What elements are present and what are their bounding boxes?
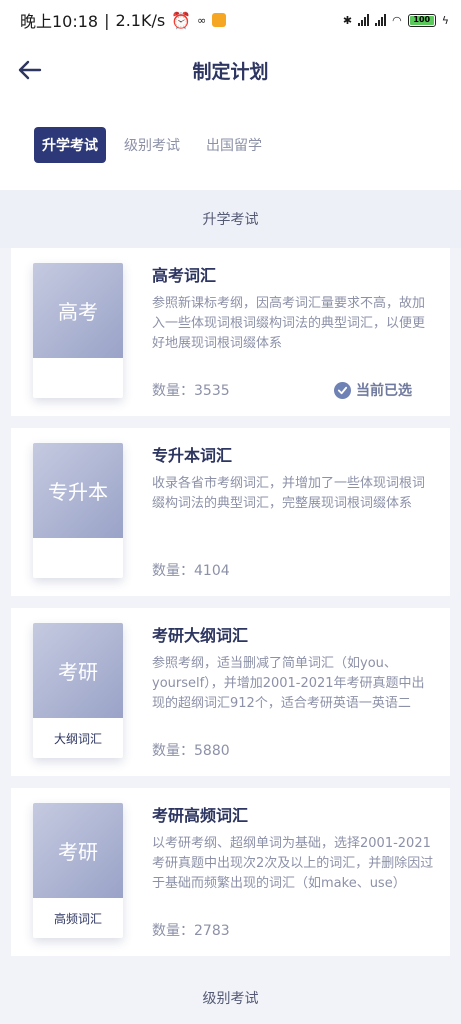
book-info: 考研大纲词汇 参照考纲，适当删减了简单词汇（如you、yourself），并增加… [152, 622, 434, 714]
word-count: 数量：2783 [152, 923, 230, 939]
book-title: 专升本词汇 [152, 446, 233, 465]
book-cover: 考研 大纲词汇 [33, 623, 123, 758]
app-notification-icon [212, 13, 227, 27]
book-info: 高考词汇 参照新课标考纲，因高考词汇量要求不高，故加入一些体现词根词缀构词法的典… [152, 262, 434, 354]
word-count: 数量：4104 [152, 563, 230, 579]
status-bar: 晚上10:18 | 2.1K/s ⏰ ∞ ✱ ◠ 100 ϟ [0, 0, 461, 40]
bluetooth-icon: ✱ [342, 13, 353, 27]
book-cover: 高考 [33, 263, 123, 398]
back-arrow-icon[interactable] [14, 54, 46, 86]
signal-icon-2 [375, 14, 387, 26]
book-title: 考研大纲词汇 [152, 626, 249, 645]
book-description: 收录各省市考纲词汇，并增加了一些体现词根词缀构词法的典型词汇，完整展现词根词缀体… [152, 476, 426, 511]
book-card-gaokao[interactable]: 高考 高考词汇 参照新课标考纲，因高考词汇量要求不高，故加入一些体现词根词缀构词… [11, 248, 450, 416]
status-left: 晚上10:18 | 2.1K/s ⏰ ∞ [20, 8, 227, 32]
tab-level-exam[interactable]: 级别考试 [116, 127, 188, 163]
book-info: 考研高频词汇 以考研考纲、超纲单词为基础，选择2001-2021考研真题中出现次… [152, 802, 434, 894]
status-separator: | [104, 10, 110, 30]
book-card-zhuanshengben[interactable]: 专升本 专升本词汇 收录各省市考纲词汇，并增加了一些体现词根词缀构词法的典型词汇… [11, 428, 450, 596]
selected-label: 当前已选 [356, 383, 412, 399]
status-right: ✱ ◠ 100 ϟ [342, 13, 449, 27]
link-icon: ∞ [197, 13, 207, 27]
signal-icon-1 [358, 14, 370, 26]
tab-entrance-exam[interactable]: 升学考试 [34, 127, 106, 163]
selected-badge: 当前已选 [334, 380, 412, 400]
word-count: 数量：5880 [152, 743, 230, 759]
status-time: 晚上10:18 [20, 12, 99, 31]
book-info: 专升本词汇 收录各省市考纲词汇，并增加了一些体现词根词缀构词法的典型词汇，完整展… [152, 442, 434, 514]
book-card-kaoyan-syllabus[interactable]: 考研 大纲词汇 考研大纲词汇 参照考纲，适当删减了简单词汇（如you、yours… [11, 608, 450, 776]
charging-icon: ϟ [441, 13, 449, 27]
book-description: 参照新课标考纲，因高考词汇量要求不高，故加入一些体现词根词缀构词法的典型词汇，以… [152, 296, 426, 351]
status-speed: 2.1K/s [115, 10, 166, 30]
cover-subtitle [33, 538, 123, 578]
book-description: 以考研考纲、超纲单词为基础，选择2001-2021考研真题中出现次2次及以上的词… [152, 836, 434, 891]
cover-title: 专升本 [33, 443, 123, 538]
nav-bar: 制定计划 [0, 40, 461, 100]
book-title: 高考词汇 [152, 266, 217, 285]
cover-title: 考研 [33, 803, 123, 898]
alarm-icon: ⏰ [171, 10, 192, 30]
book-cover: 考研 高频词汇 [33, 803, 123, 938]
section-header-entrance: 升学考试 [0, 190, 461, 248]
cover-subtitle: 大纲词汇 [53, 731, 102, 746]
wifi-icon: ◠ [392, 13, 402, 27]
cover-subtitle [33, 358, 123, 398]
word-count: 数量：3535 [152, 383, 230, 399]
cover-title: 考研 [33, 623, 123, 718]
book-cover: 专升本 [33, 443, 123, 578]
cover-subtitle: 高频词汇 [53, 911, 102, 926]
check-circle-icon [334, 381, 351, 399]
section-header-level: 级别考试 [202, 991, 259, 1007]
book-title: 考研高频词汇 [152, 806, 249, 825]
book-description: 参照考纲，适当删减了简单词汇（如you、yourself），并增加2001-20… [152, 656, 425, 711]
book-card-kaoyan-frequent[interactable]: 考研 高频词汇 考研高频词汇 以考研考纲、超纲单词为基础，选择2001-2021… [11, 788, 450, 956]
tab-study-abroad[interactable]: 出国留学 [198, 127, 270, 163]
page-title: 制定计划 [192, 60, 269, 83]
cover-title: 高考 [33, 263, 123, 358]
battery-icon: 100 [407, 13, 436, 27]
category-tabs: 升学考试 级别考试 出国留学 [0, 100, 461, 190]
